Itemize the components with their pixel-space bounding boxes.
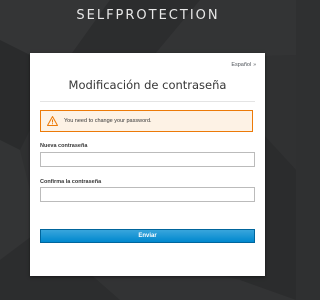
brand-title: SELFPROTECTION [76, 8, 220, 23]
submit-button[interactable]: Enviar [40, 229, 255, 243]
language-selector-label: Español [231, 62, 252, 68]
confirm-password-label: Confirma la contraseña [40, 179, 102, 185]
title-divider [40, 101, 255, 102]
warning-alert: You need to change your password. [40, 110, 253, 132]
page-title: Modificación de contraseña [68, 78, 227, 92]
chevron-down-icon: » [253, 62, 256, 68]
login-card: Español» Modificación de contraseña You … [30, 53, 265, 276]
new-password-label: Nueva contraseña [40, 143, 88, 149]
language-selector[interactable]: Español» [231, 62, 256, 68]
new-password-input[interactable] [40, 152, 255, 167]
alert-message: You need to change your password. [64, 118, 152, 124]
warning-icon [47, 116, 58, 127]
confirm-password-input[interactable] [40, 187, 255, 202]
